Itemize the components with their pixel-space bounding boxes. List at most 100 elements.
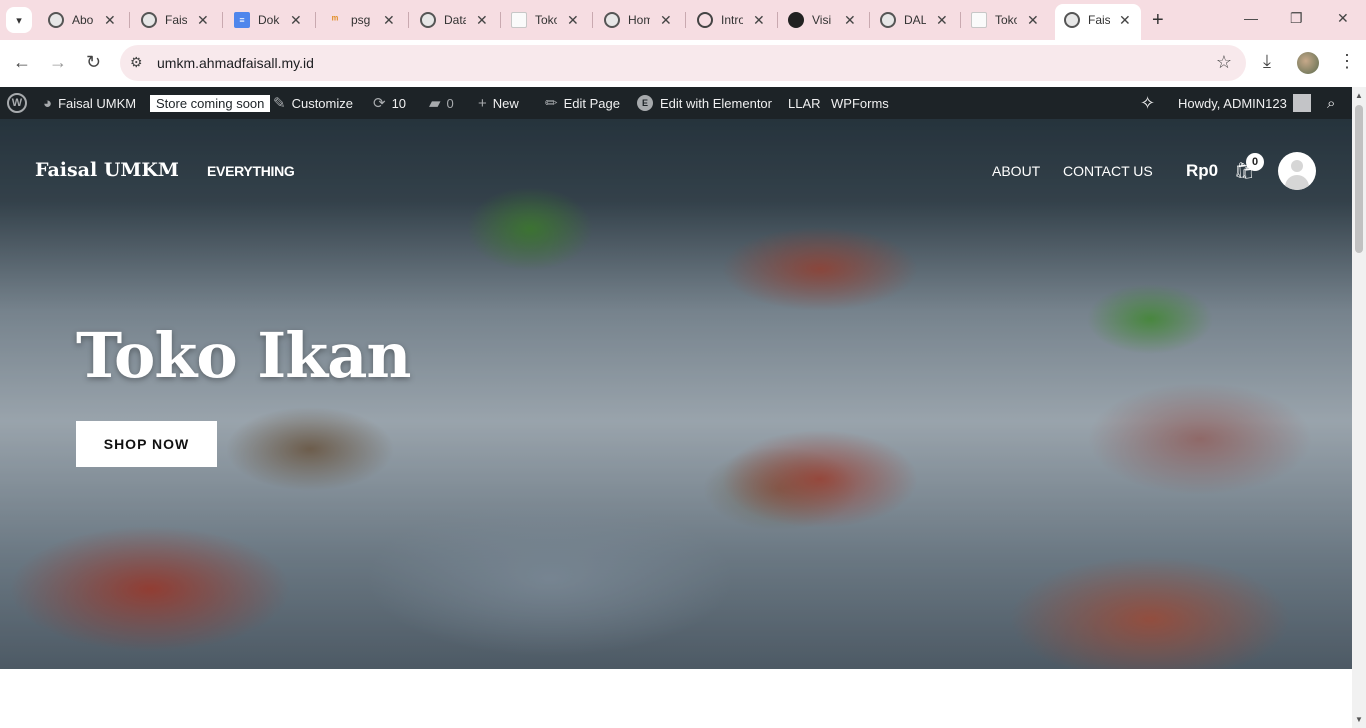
dashboard-icon: ◕ [43, 94, 53, 112]
download-icon[interactable]: ⤓ [1263, 51, 1271, 72]
comments-link[interactable]: ▰ 0 [429, 87, 454, 119]
new-label: New [492, 95, 519, 111]
wp-logo-menu[interactable]: W [7, 87, 27, 119]
wpforms-link[interactable]: WPForms [831, 87, 889, 119]
page-scrollbar[interactable]: ▲ ▼ [1352, 87, 1366, 728]
globe-icon [48, 12, 64, 28]
tab-search-button[interactable]: ▾ [6, 7, 32, 33]
globe-icon [1064, 12, 1080, 28]
close-icon[interactable]: ✕ [1027, 12, 1039, 29]
llar-label: LLAR [788, 95, 821, 111]
sparkle-icon: ✧ [1140, 92, 1156, 113]
search-icon: ⌕ [1327, 94, 1336, 112]
globe-icon [604, 12, 620, 28]
scrollbar-thumb[interactable] [1355, 105, 1363, 253]
tab-9[interactable]: DAL ✕ [880, 8, 948, 32]
tab-separator [408, 12, 409, 28]
close-icon[interactable]: ✕ [383, 12, 395, 29]
tab-title: Dokumen [258, 13, 280, 27]
site-name-menu[interactable]: ◕ Faisal UMKM [43, 87, 136, 119]
nav-contact-us[interactable]: CONTACT US [1063, 163, 1153, 179]
tab-title: Toko [995, 13, 1017, 27]
close-icon[interactable]: ✕ [567, 12, 579, 29]
close-icon[interactable]: ✕ [844, 12, 856, 29]
updates-link[interactable]: ⟳ 10 [373, 87, 406, 119]
reload-icon[interactable]: ↻ [86, 52, 101, 73]
scroll-up-arrow-icon[interactable]: ▲ [1355, 91, 1363, 100]
nav-everything[interactable]: EVERYTHING [207, 163, 295, 179]
tab-4[interactable]: Data ✕ [420, 8, 488, 32]
new-content-menu[interactable]: + New [478, 87, 519, 119]
back-arrow-icon[interactable]: ← [13, 52, 31, 73]
scroll-down-arrow-icon[interactable]: ▼ [1355, 715, 1363, 724]
shop-now-button[interactable]: SHOP NOW [76, 421, 217, 467]
hero-title: Toko Ikan [76, 319, 411, 392]
menu-dots-icon[interactable]: ⋮ [1338, 51, 1356, 72]
tab-title: Home [628, 13, 650, 27]
close-icon[interactable]: ✕ [660, 12, 672, 29]
llar-link[interactable]: LLAR [788, 87, 821, 119]
customize-label: Customize [291, 95, 353, 111]
hero-section: Faisal UMKM EVERYTHING ABOUT CONTACT US … [0, 119, 1352, 669]
close-icon[interactable]: ✕ [476, 12, 488, 29]
close-icon[interactable]: ✕ [753, 12, 765, 29]
updates-icon: ⟳ [373, 95, 386, 112]
tab-title: Faisal [1088, 13, 1110, 27]
tab-strip: ▾ About ✕ Faisal ✕ ≡ Dokumen ✕ ᵐ psg ✕ D… [0, 0, 1366, 40]
url-text[interactable]: umkm.ahmadfaisall.my.id [157, 55, 314, 71]
globe-icon [880, 12, 896, 28]
tab-title: psg [351, 13, 371, 27]
coming-soon-label: Store coming soon [150, 94, 271, 112]
edit-page-link[interactable]: ✏ Edit Page [545, 87, 620, 119]
close-icon[interactable]: ✕ [1119, 12, 1131, 29]
minimize-button[interactable]: — [1244, 10, 1258, 26]
site-info-icon[interactable]: ⚙ [130, 54, 143, 71]
admin-search-button[interactable]: ⌕ [1327, 87, 1341, 119]
bookmark-star-icon[interactable]: ☆ [1216, 52, 1232, 73]
nav-about[interactable]: ABOUT [992, 163, 1040, 179]
tab-title: About [72, 13, 94, 27]
tab-title: Faisal [165, 13, 187, 27]
close-window-button[interactable]: ✕ [1337, 10, 1349, 27]
new-tab-button[interactable]: + [1152, 9, 1164, 32]
avatar-head [1291, 160, 1303, 172]
close-icon[interactable]: ✕ [290, 12, 302, 29]
globe-icon [141, 12, 157, 28]
customize-link[interactable]: ✎ Customize [273, 87, 353, 119]
tab-separator [960, 12, 961, 28]
tab-2[interactable]: ≡ Dokumen ✕ [234, 8, 302, 32]
tab-6[interactable]: Home ✕ [604, 8, 672, 32]
forward-arrow-icon[interactable]: → [49, 52, 67, 73]
tab-title: DAL [904, 13, 926, 27]
account-menu[interactable]: Howdy, ADMIN123 [1178, 87, 1311, 119]
comment-icon: ▰ [429, 95, 441, 112]
tab-1[interactable]: Faisal ✕ [141, 8, 209, 32]
profile-avatar[interactable] [1297, 52, 1319, 74]
close-icon[interactable]: ✕ [197, 12, 209, 29]
cart-total[interactable]: Rp0 [1186, 161, 1218, 181]
site-title[interactable]: Faisal UMKM [35, 159, 179, 181]
avatar-body [1285, 175, 1309, 190]
ai-sparkle-button[interactable]: ✧ [1140, 87, 1161, 119]
wp-admin-bar: W ◕ Faisal UMKM Store coming soon ✎ Cust… [0, 87, 1352, 119]
tab-10[interactable]: Toko ✕ [971, 8, 1039, 32]
restore-button[interactable]: ❐ [1290, 10, 1303, 27]
edit-elementor-link[interactable]: E Edit with Elementor [637, 87, 772, 119]
cart-count-badge: 0 [1246, 153, 1264, 171]
tab-separator [869, 12, 870, 28]
user-avatar-icon [1292, 94, 1311, 112]
tab-0[interactable]: About ✕ [48, 8, 116, 32]
account-avatar[interactable] [1278, 152, 1316, 190]
edit-elementor-label: Edit with Elementor [660, 95, 772, 111]
tab-title: Visi [812, 13, 832, 27]
tab-11-active[interactable]: Faisal ✕ [1064, 8, 1131, 32]
address-bar[interactable]: ⚙ umkm.ahmadfaisall.my.id ☆ [120, 45, 1246, 81]
tab-8[interactable]: Visi ✕ [788, 8, 856, 32]
tab-7[interactable]: Intro ✕ [697, 8, 765, 32]
tab-3[interactable]: ᵐ psg ✕ [327, 8, 395, 32]
tab-title: Toko [535, 13, 557, 27]
tab-5[interactable]: Toko ✕ [511, 8, 579, 32]
close-icon[interactable]: ✕ [104, 12, 116, 29]
coming-soon-badge[interactable]: Store coming soon [150, 87, 271, 119]
close-icon[interactable]: ✕ [936, 12, 948, 29]
